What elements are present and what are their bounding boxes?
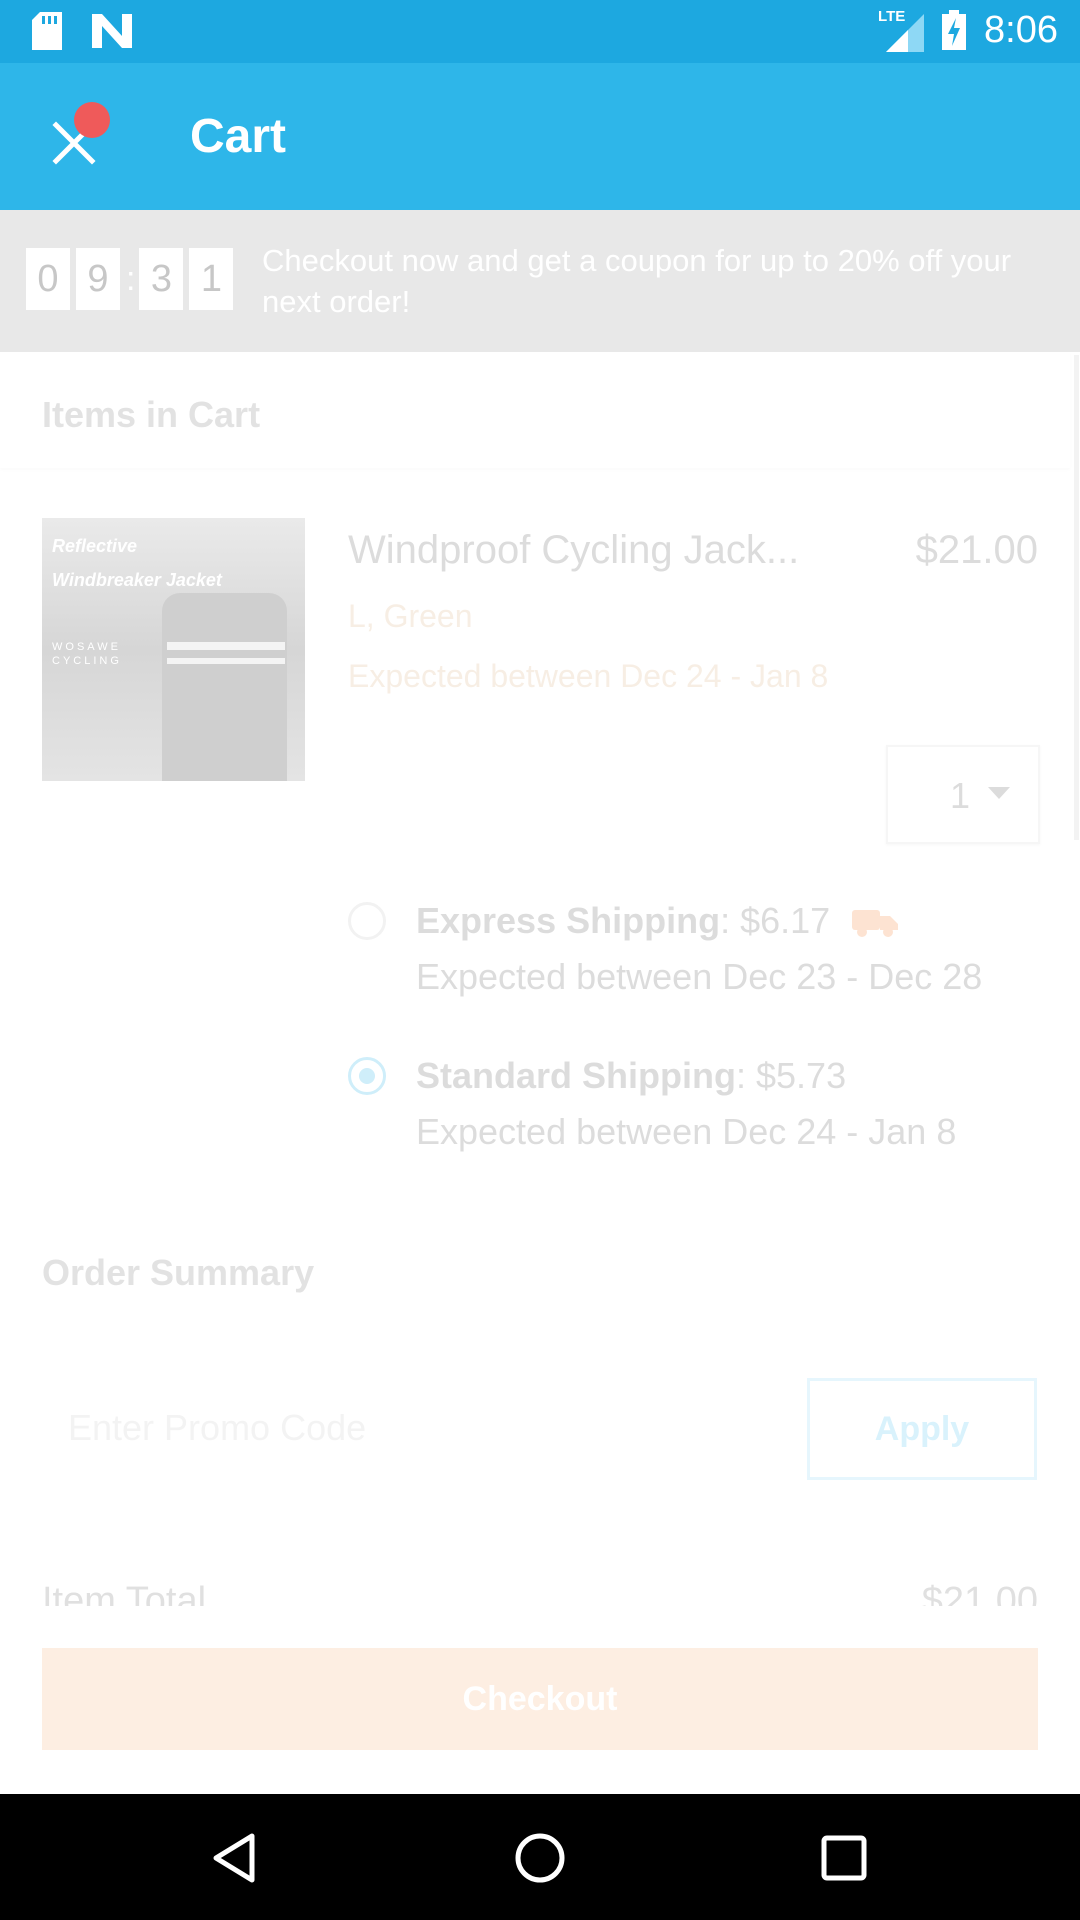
product-delivery-estimate: Expected between Dec 24 - Jan 8 bbox=[348, 658, 829, 694]
express-shipping-price: : $6.17 bbox=[720, 900, 831, 941]
truck-icon bbox=[852, 910, 899, 938]
app-toolbar: Cart bbox=[0, 63, 1080, 210]
page-title: Cart bbox=[190, 110, 287, 163]
standard-shipping-eta: Expected between Dec 24 - Jan 8 bbox=[416, 1111, 957, 1152]
notification-dot bbox=[74, 102, 110, 138]
order-summary-title: Order Summary bbox=[42, 1252, 315, 1293]
timer-separator: : bbox=[126, 259, 136, 298]
express-shipping-eta: Expected between Dec 23 - Dec 28 bbox=[416, 956, 983, 997]
quantity-dropdown[interactable]: 1 bbox=[886, 745, 1040, 844]
item-total-value: $21.00 bbox=[921, 1580, 1038, 1606]
battery-charging-icon bbox=[942, 10, 967, 50]
system-navigation-bar bbox=[0, 1794, 1080, 1920]
standard-shipping-price: : $5.73 bbox=[736, 1055, 847, 1096]
status-time: 8:06 bbox=[984, 8, 1058, 51]
jacket-illustration bbox=[162, 593, 287, 781]
timer-digit: 3 bbox=[139, 248, 184, 310]
items-in-cart-header: Items in Cart bbox=[0, 352, 1070, 468]
timer-digit: 1 bbox=[189, 248, 234, 310]
product-price: $21.00 bbox=[915, 528, 1038, 572]
item-total-label: Item Total bbox=[42, 1580, 207, 1606]
express-shipping-name: Express Shipping bbox=[416, 900, 721, 941]
quantity-value: 1 bbox=[950, 775, 971, 816]
back-icon[interactable] bbox=[208, 1830, 264, 1886]
apply-button[interactable]: Apply bbox=[807, 1378, 1037, 1480]
standard-shipping-radio[interactable] bbox=[348, 1057, 386, 1095]
product-name[interactable]: Windproof Cycling Jack... bbox=[348, 528, 799, 573]
product-variant: L, Green bbox=[348, 598, 473, 634]
lte-signal-icon: LTE bbox=[878, 8, 925, 52]
promo-code-input[interactable] bbox=[42, 1378, 802, 1478]
coupon-banner[interactable]: 0 9 : 3 1 Checkout now and get a coupon … bbox=[0, 210, 1080, 352]
items-in-cart-title: Items in Cart bbox=[42, 394, 261, 435]
product-image-caption: Reflective bbox=[52, 536, 138, 556]
item-total-row: Item Total $21.00 bbox=[42, 1580, 1038, 1606]
timer-digit: 0 bbox=[26, 248, 70, 310]
timer-digit: 9 bbox=[76, 248, 120, 310]
countdown-timer: 0 9 : 3 1 bbox=[26, 248, 239, 310]
sd-card-icon bbox=[32, 12, 62, 50]
status-bar: LTE 8:06 bbox=[0, 0, 1080, 63]
n-notification-icon bbox=[92, 14, 132, 48]
product-image[interactable]: Reflective Windbreaker Jacket WOSAWE CYC… bbox=[42, 518, 305, 781]
express-shipping-radio[interactable] bbox=[348, 902, 386, 940]
product-image-brand: WOSAWE CYCLING bbox=[52, 641, 122, 667]
home-icon[interactable] bbox=[512, 1830, 568, 1886]
recents-icon[interactable] bbox=[816, 1830, 872, 1886]
coupon-message: Checkout now and get a coupon for up to … bbox=[262, 243, 1012, 319]
product-image-caption: Windbreaker Jacket bbox=[52, 570, 222, 590]
scrollbar[interactable] bbox=[1074, 355, 1079, 840]
chevron-down-icon bbox=[988, 787, 1010, 799]
checkout-button[interactable]: Checkout bbox=[42, 1648, 1038, 1750]
standard-shipping-name: Standard Shipping bbox=[416, 1055, 736, 1096]
